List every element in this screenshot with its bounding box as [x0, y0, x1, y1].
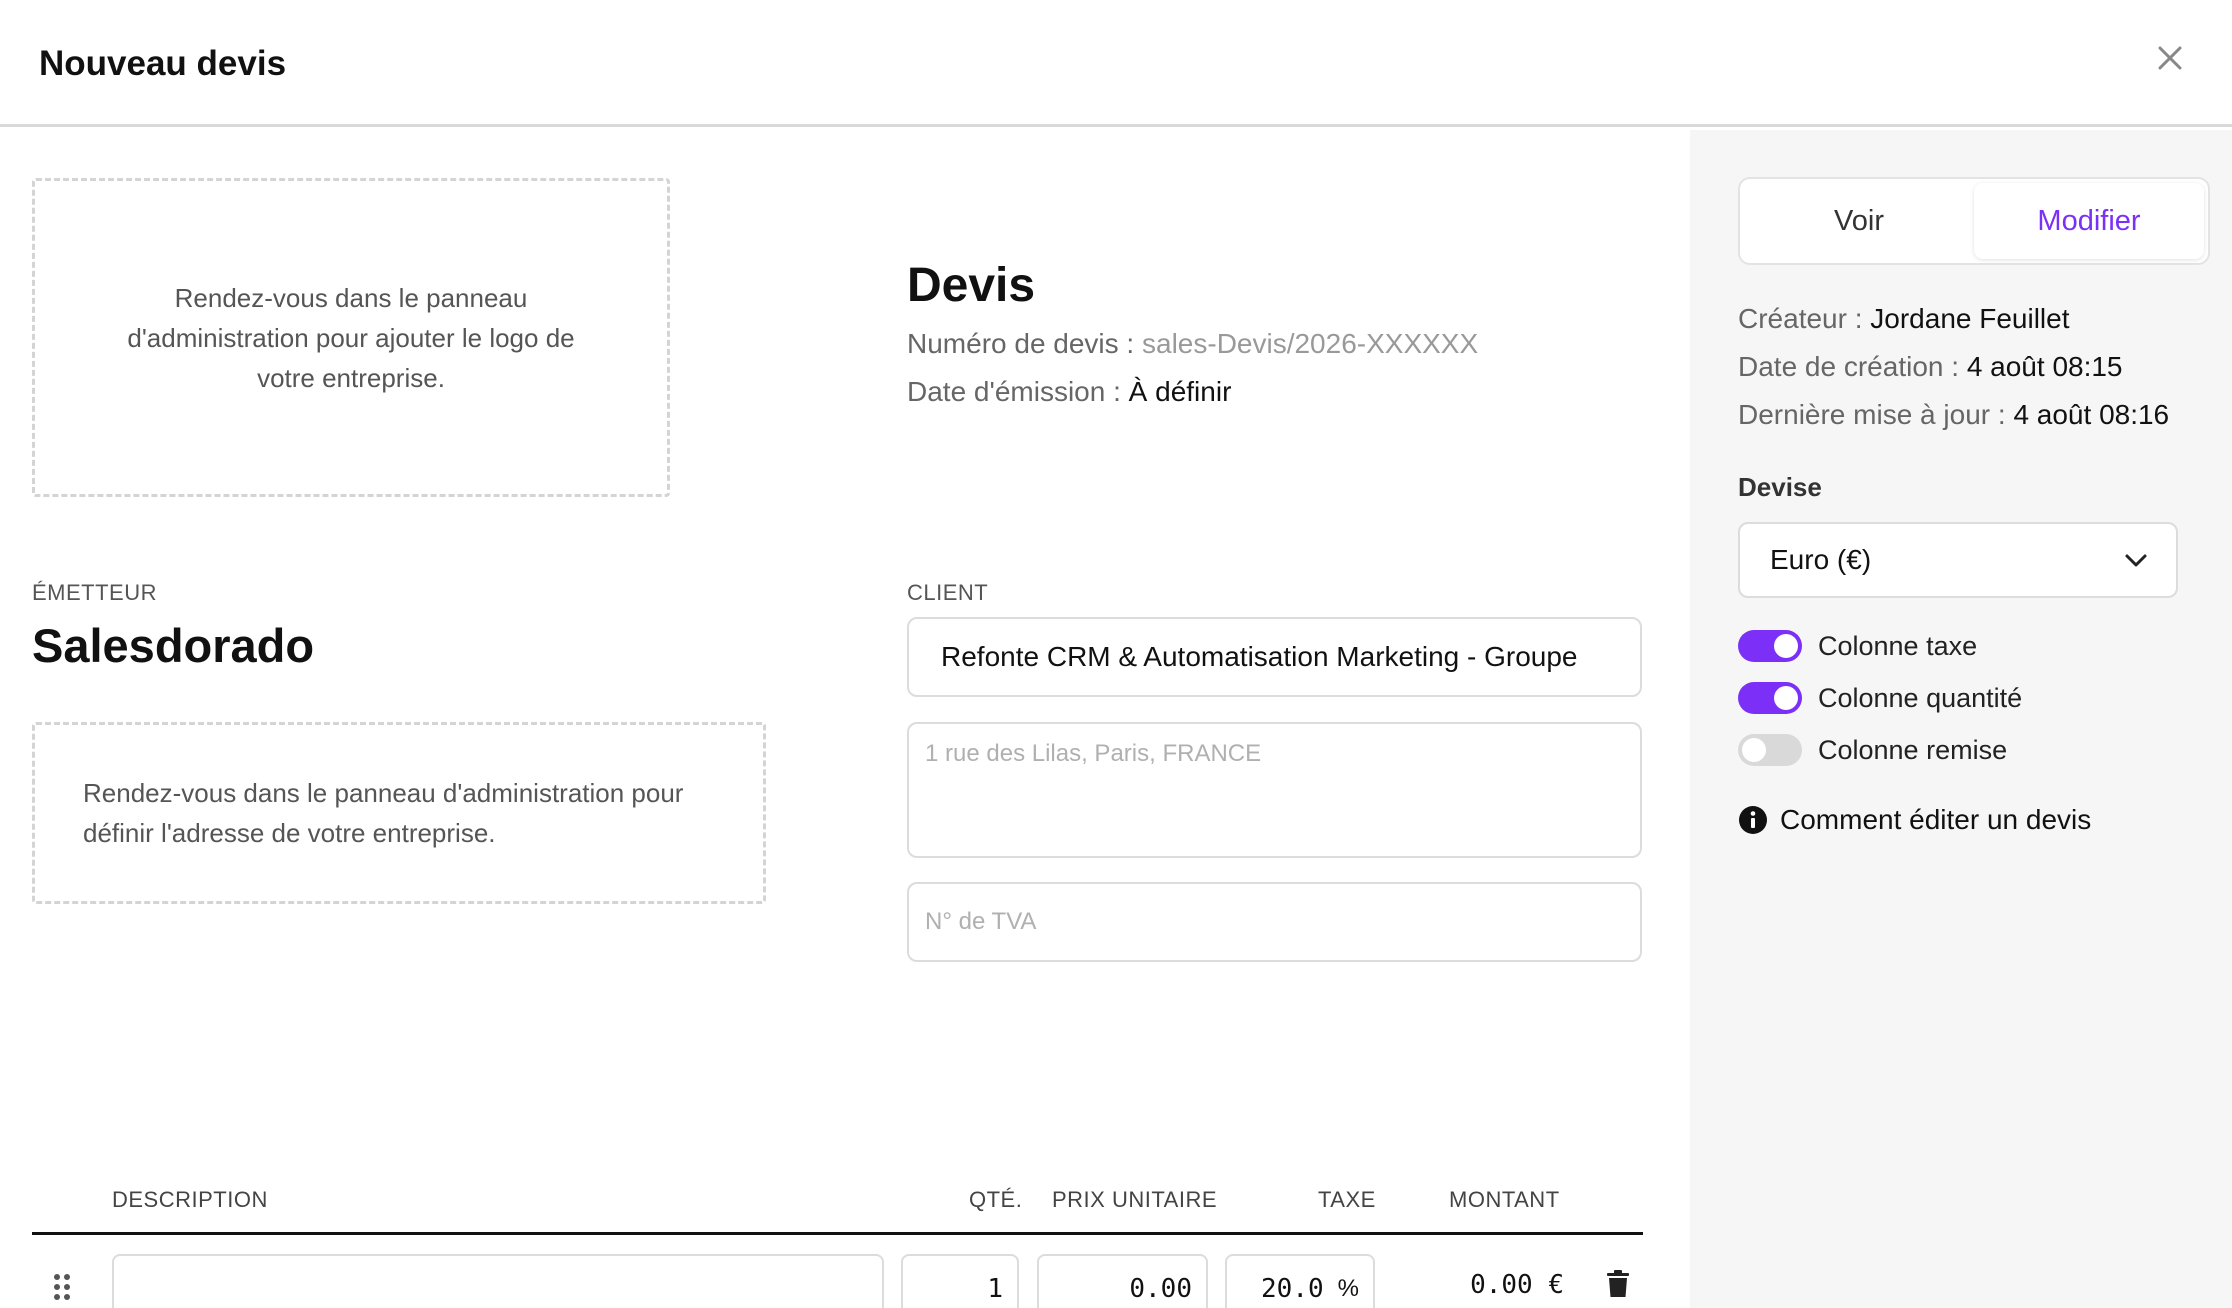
close-button[interactable] [2150, 38, 2190, 78]
document-title: Devis [907, 259, 1036, 312]
issuer-address-text: Rendez-vous dans le panneau d'administra… [83, 778, 684, 848]
quote-editor: Rendez-vous dans le panneau d'administra… [0, 130, 1690, 1308]
tab-voir[interactable]: Voir [1744, 183, 1974, 259]
created-date-info: Date de création : 4 août 08:15 [1738, 351, 2123, 383]
updated-date-label: Dernière mise à jour : [1738, 399, 2014, 430]
column-header-qty: QTÉ. [969, 1187, 1023, 1212]
drag-handle-icon[interactable] [52, 1272, 72, 1302]
toggle-tax-label: Colonne taxe [1818, 630, 1978, 661]
client-label: CLIENT [907, 580, 989, 605]
toggle-qty-column[interactable] [1738, 682, 1802, 714]
quote-number-value: sales-Devis/2026-XXXXXX [1142, 328, 1479, 359]
logo-placeholder-text: Rendez-vous dans le panneau d'administra… [127, 282, 575, 393]
created-date-value: 4 août 08:15 [1966, 351, 2123, 382]
table-header-divider [32, 1232, 1643, 1235]
toggle-knob [1774, 686, 1798, 710]
toggle-knob [1774, 634, 1798, 658]
currency-label: Devise [1738, 472, 1822, 502]
line-tax-input[interactable]: 20.0 % [1225, 1254, 1375, 1308]
help-link[interactable]: Comment éditer un devis [1738, 804, 2091, 836]
column-header-unit-price: PRIX UNITAIRE [1052, 1187, 1218, 1212]
quote-number: Numéro de devis : sales-Devis/2026-XXXXX… [907, 328, 1478, 360]
line-description-input[interactable] [112, 1254, 884, 1308]
created-date-label: Date de création : [1738, 351, 1967, 382]
tab-modifier[interactable]: Modifier [1974, 183, 2204, 259]
column-header-amount: MONTANT [1449, 1187, 1560, 1212]
creator-value: Jordane Feuillet [1870, 303, 2070, 334]
currency-value: Euro (€) [1770, 544, 1872, 575]
line-unit-price-value: 0.00 [1129, 1274, 1192, 1304]
modal-header: Nouveau devis [0, 0, 2232, 127]
currency-select[interactable]: Euro (€) [1738, 522, 2178, 598]
issue-date-label: Date d'émission : [907, 376, 1129, 407]
issuer-name: Salesdorado [32, 619, 315, 672]
creator-info: Créateur : Jordane Feuillet [1738, 303, 2070, 335]
trash-icon [1607, 1270, 1629, 1297]
modal-title: Nouveau devis [39, 44, 287, 83]
delete-line-button[interactable] [1606, 1270, 1630, 1298]
updated-date-value: 4 août 08:16 [2013, 399, 2170, 430]
line-unit-price-input[interactable]: 0.00 [1037, 1254, 1208, 1308]
issuer-address-placeholder[interactable]: Rendez-vous dans le panneau d'administra… [32, 722, 766, 904]
chevron-down-icon [2125, 554, 2147, 567]
toggle-qty-label: Colonne quantité [1818, 682, 2023, 713]
line-tax-unit: % [1337, 1275, 1359, 1302]
toggle-row-discount: Colonne remise [1738, 734, 2007, 766]
client-vat-input[interactable]: N° de TVA [907, 882, 1642, 962]
column-header-tax: TAXE [1318, 1187, 1376, 1212]
creator-label: Créateur : [1738, 303, 1871, 334]
issue-date: Date d'émission : À définir [907, 376, 1231, 408]
toggle-knob [1742, 738, 1766, 762]
client-name-input[interactable]: Refonte CRM & Automatisation Marketing -… [907, 617, 1642, 697]
toggle-discount-column[interactable] [1738, 734, 1802, 766]
line-tax-value: 20.0 [1261, 1274, 1324, 1304]
close-icon [2158, 46, 2182, 70]
client-name-value: Refonte CRM & Automatisation Marketing -… [941, 641, 1578, 672]
client-address-input[interactable]: 1 rue des Lilas, Paris, FRANCE [907, 722, 1642, 858]
issue-date-value: À définir [1128, 376, 1232, 407]
client-vat-placeholder: N° de TVA [925, 908, 1037, 935]
help-link-label: Comment éditer un devis [1780, 804, 2092, 835]
toggle-row-tax: Colonne taxe [1738, 630, 1977, 662]
info-icon [1739, 806, 1767, 834]
toggle-row-qty: Colonne quantité [1738, 682, 2022, 714]
toggle-tax-column[interactable] [1738, 630, 1802, 662]
view-mode-toggle: Voir Modifier [1738, 177, 2210, 265]
logo-placeholder[interactable]: Rendez-vous dans le panneau d'administra… [32, 178, 670, 497]
line-qty-input[interactable]: 1 [901, 1254, 1019, 1308]
client-address-placeholder: 1 rue des Lilas, Paris, FRANCE [925, 740, 1262, 767]
toggle-discount-label: Colonne remise [1818, 734, 2008, 765]
issuer-label: ÉMETTEUR [32, 580, 157, 605]
quote-number-label: Numéro de devis : [907, 328, 1142, 359]
updated-date-info: Dernière mise à jour : 4 août 08:16 [1738, 399, 2169, 431]
line-qty-value: 1 [987, 1274, 1003, 1304]
line-amount: 0.00 € [1470, 1270, 1564, 1300]
column-header-description: DESCRIPTION [112, 1187, 268, 1212]
